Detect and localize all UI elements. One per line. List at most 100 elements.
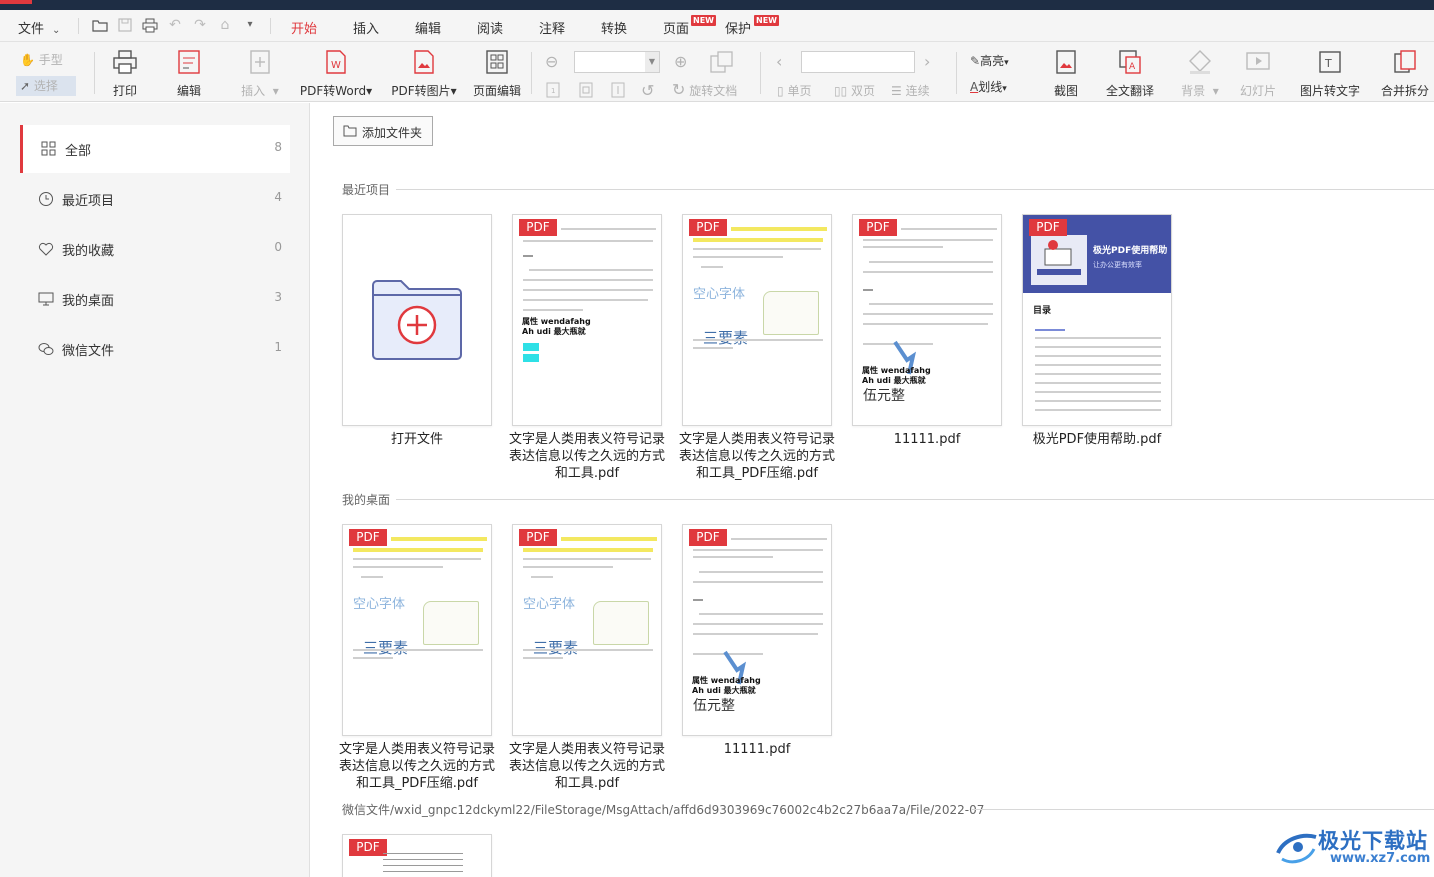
new-badge: NEW: [691, 15, 716, 26]
home-icon[interactable]: ⌂: [217, 17, 233, 33]
next-page-icon[interactable]: ›: [924, 52, 930, 71]
print-button[interactable]: 打印: [104, 48, 146, 99]
sidebar-item-label: 微信文件: [62, 344, 115, 359]
insert-label-text: 插入: [241, 84, 266, 98]
tab-read[interactable]: 阅读: [477, 18, 503, 37]
double-page-button[interactable]: ▯▯ 双页: [834, 82, 875, 99]
section-divider: [396, 189, 1434, 190]
file-name: 11111.pdf: [893, 432, 961, 447]
pdf-badge: PDF: [519, 529, 557, 546]
fit-height-icon[interactable]: [610, 82, 626, 101]
text-line: [353, 649, 483, 651]
tab-insert[interactable]: 插入: [353, 18, 379, 37]
insert-button[interactable]: 插入 ▾: [232, 48, 288, 99]
zoom-in-icon[interactable]: ⊕: [674, 52, 687, 71]
file-thumbnail[interactable]: PDF 空心字体 三要素: [682, 214, 832, 426]
rotate-doc-button[interactable]: ↻ 旋转文档: [672, 80, 737, 99]
open-file-card[interactable]: [342, 214, 492, 426]
merge-split-button[interactable]: 合并拆分: [1378, 48, 1432, 99]
undo-icon[interactable]: ↶: [167, 17, 183, 33]
merge-pages-icon: [1394, 50, 1416, 73]
sidebar-item-favorites[interactable]: 我的收藏 0: [20, 225, 290, 273]
cover-subtitle: 让办公更有效率: [1093, 261, 1142, 269]
add-folder-label: 添加文件夹: [362, 126, 423, 140]
text-line: [353, 657, 393, 659]
divider: [270, 18, 271, 34]
fit-width-icon[interactable]: [578, 82, 594, 101]
tab-start[interactable]: 开始: [286, 18, 322, 44]
toc-line: [1035, 337, 1161, 339]
print-icon[interactable]: [142, 17, 158, 33]
sidebar-item-count: 4: [274, 190, 282, 204]
file-menu[interactable]: 文件 ⌄: [18, 18, 60, 37]
text-line: [863, 239, 993, 241]
file-thumbnail[interactable]: PDF 属性 wendafahg Ah udi 最大瓶就: [512, 214, 662, 426]
pdf-badge: PDF: [519, 219, 557, 236]
sidebar-item-label: 全部: [65, 144, 92, 159]
text-line: [901, 228, 997, 230]
file-thumbnail[interactable]: PDF: [342, 834, 492, 877]
add-folder-button[interactable]: 添加文件夹: [333, 116, 433, 146]
page-edit-button[interactable]: 页面编辑: [472, 48, 522, 99]
rotate-right-icon: ↻: [672, 80, 686, 99]
customize-dropdown-icon[interactable]: ▾: [242, 17, 258, 33]
file-thumbnail[interactable]: PDF 属性 wendafahg Ah udi 最大瓶就 伍元整: [682, 524, 832, 736]
tab-page[interactable]: 页面 NEW: [663, 15, 716, 37]
text-line: [529, 269, 653, 271]
page-number-input[interactable]: [801, 51, 915, 73]
thumb-text: 伍元整: [693, 698, 735, 714]
save-icon[interactable]: [117, 17, 133, 33]
zoom-out-icon[interactable]: ⊖: [545, 52, 558, 71]
tab-annotate[interactable]: 注释: [539, 18, 565, 37]
tab-insert-label: 插入: [353, 22, 380, 37]
file-thumbnail[interactable]: PDF 空心字体 三要素: [342, 524, 492, 736]
translate-icon: A: [1119, 50, 1141, 74]
tab-edit[interactable]: 编辑: [415, 18, 441, 37]
sidebar-item-desktop[interactable]: 我的桌面 3: [20, 275, 290, 323]
image-to-text-label: 图片转文字: [1299, 84, 1360, 98]
screenshot-button[interactable]: 截图: [1046, 48, 1086, 99]
tab-start-label: 开始: [291, 22, 318, 37]
background-button[interactable]: 背景 ▾: [1176, 48, 1224, 99]
site-watermark: 极光下载站 www.xz7.com: [1272, 823, 1432, 871]
text-line: [863, 289, 873, 291]
hand-tool-button[interactable]: ✋ 手型: [20, 51, 63, 68]
slideshow-button[interactable]: 幻灯片: [1238, 48, 1278, 99]
highlight-button[interactable]: ✎高亮▾: [970, 52, 1009, 69]
open-folder-icon[interactable]: [92, 17, 108, 33]
double-page-icon: ▯▯: [834, 84, 848, 98]
image-to-text-button[interactable]: T 图片转文字: [1298, 48, 1362, 99]
text-line: [523, 657, 563, 659]
thumb-text: 三要素: [363, 639, 409, 657]
pdf-to-image-button[interactable]: PDF转图片▾: [390, 48, 458, 99]
tab-protect[interactable]: 保护 NEW: [725, 15, 779, 37]
file-thumbnail[interactable]: PDF 属性 wendafahg Ah udi 最大瓶就 伍元整: [852, 214, 1002, 426]
select-tool-button[interactable]: ➚ 选择: [16, 76, 76, 96]
pdf-to-word-button[interactable]: W PDF转Word▾: [298, 48, 374, 99]
insert-page-icon: [250, 50, 270, 74]
file-thumbnail[interactable]: PDF 空心字体 三要素: [512, 524, 662, 736]
redo-icon[interactable]: ↷: [192, 17, 208, 33]
chevron-down-icon: ▼: [645, 52, 659, 72]
edit-button[interactable]: 编辑: [168, 48, 210, 99]
table-line: [383, 853, 463, 854]
actual-size-icon[interactable]: 1: [545, 82, 561, 101]
tab-convert[interactable]: 转换: [601, 18, 627, 37]
pdf-badge: PDF: [689, 219, 727, 236]
shape: [763, 291, 819, 335]
full-translate-button[interactable]: A 全文翻译: [1104, 48, 1156, 99]
single-page-button[interactable]: ▯ 单页: [777, 82, 811, 99]
strikethrough-button[interactable]: A划线▾: [970, 78, 1007, 95]
pdf-badge: PDF: [349, 839, 387, 856]
sidebar-item-label: 我的桌面: [62, 294, 115, 309]
sidebar-item-all[interactable]: 全部 8: [20, 125, 290, 173]
continuous-button[interactable]: ☰ 连续: [891, 82, 930, 99]
section-title-desktop: 我的桌面: [342, 493, 391, 507]
prev-page-icon[interactable]: ‹: [776, 52, 782, 71]
sidebar-item-recent[interactable]: 最近项目 4: [20, 175, 290, 223]
rotate-left-icon[interactable]: ↺: [641, 81, 654, 100]
zoom-select[interactable]: ▼: [574, 51, 660, 73]
file-thumbnail[interactable]: 极光PDF使用帮助 让办公更有效率 PDF 目录: [1022, 214, 1172, 426]
fit-page-icon[interactable]: [709, 50, 735, 77]
sidebar-item-wechat[interactable]: 微信文件 1: [20, 325, 290, 373]
